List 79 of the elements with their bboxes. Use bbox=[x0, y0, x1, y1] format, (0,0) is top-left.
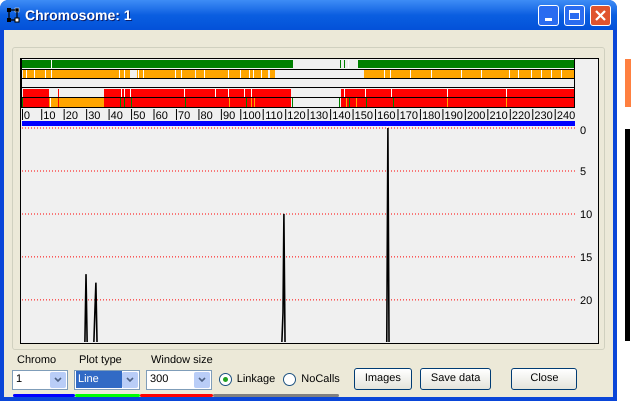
ruler-label: 10 bbox=[43, 110, 56, 122]
ruler-tick bbox=[464, 109, 466, 120]
action-button[interactable]: Save data bbox=[420, 368, 492, 390]
ruler-tick bbox=[262, 109, 264, 120]
ruler-label: 230 bbox=[534, 110, 553, 122]
ruler-tick bbox=[554, 109, 556, 120]
close-button[interactable] bbox=[590, 4, 611, 26]
dropdown-value: Line bbox=[76, 371, 122, 388]
maximize-icon bbox=[569, 10, 580, 20]
ruler-tick bbox=[397, 109, 398, 120]
ruler-label: 210 bbox=[489, 110, 508, 122]
ruler-tick bbox=[532, 109, 534, 120]
ruler-label: 20 bbox=[66, 110, 78, 122]
ruler-tick bbox=[285, 109, 286, 120]
ruler-tick bbox=[487, 109, 488, 120]
ruler-tick bbox=[510, 109, 511, 120]
field-label: Plot type bbox=[78, 353, 123, 368]
ruler-label: 0 bbox=[24, 110, 30, 122]
ruler-label: 240 bbox=[556, 110, 576, 122]
dropdown[interactable]: 1 bbox=[12, 370, 68, 390]
ruler-label: 30 bbox=[88, 110, 100, 122]
network-icon bbox=[6, 7, 20, 23]
ruler-label: 80 bbox=[200, 110, 213, 122]
ruler-tick bbox=[442, 109, 444, 120]
close-icon bbox=[595, 10, 606, 20]
minimize-button[interactable] bbox=[538, 4, 559, 26]
ruler-label: 170 bbox=[400, 110, 418, 122]
ruler-label: 90 bbox=[222, 110, 236, 122]
ruler-label: 180 bbox=[422, 110, 440, 122]
dropdown[interactable]: Line bbox=[74, 370, 140, 390]
dropdown-value: 300 bbox=[149, 372, 170, 388]
chevron-down-icon bbox=[194, 372, 210, 388]
y-tick-label: 5 bbox=[580, 166, 586, 178]
ruler-label: 160 bbox=[377, 110, 396, 122]
maximize-button[interactable] bbox=[564, 4, 585, 26]
minimize-icon bbox=[545, 18, 552, 20]
y-tick-label: 10 bbox=[580, 208, 592, 221]
y-tick-label: 20 bbox=[580, 294, 592, 307]
ruler-tick bbox=[420, 109, 421, 120]
ruler-label: 220 bbox=[512, 110, 530, 122]
ruler-tick bbox=[330, 109, 332, 120]
side-marker bbox=[624, 59, 630, 107]
ruler-tick bbox=[86, 109, 88, 120]
ruler-tick bbox=[41, 109, 42, 120]
ruler-label: 190 bbox=[444, 110, 463, 122]
radio-option[interactable]: Linkage bbox=[218, 370, 276, 390]
radio-option[interactable]: NoCalls bbox=[283, 370, 340, 390]
ruler-tick bbox=[308, 109, 309, 120]
ruler-tick bbox=[176, 109, 177, 120]
y-tick-label: 15 bbox=[580, 252, 592, 264]
chevron-down-icon bbox=[50, 372, 66, 388]
ruler-tick bbox=[198, 109, 200, 120]
ruler-tick bbox=[131, 109, 132, 120]
ruler-label: 130 bbox=[310, 110, 328, 122]
ruler-label: 60 bbox=[156, 110, 168, 122]
ruler-label: 140 bbox=[332, 110, 351, 122]
dropdown[interactable]: 300 bbox=[146, 370, 212, 390]
ruler-label: 70 bbox=[178, 110, 190, 122]
ruler-label: 40 bbox=[110, 110, 123, 122]
ruler-tick bbox=[64, 109, 65, 120]
field-label: Window size bbox=[150, 353, 213, 368]
ruler-tick bbox=[108, 109, 110, 120]
ruler-label: 110 bbox=[265, 110, 283, 122]
ruler-label: 150 bbox=[354, 110, 374, 122]
window-title: Chromosome: 1 bbox=[25, 6, 133, 24]
field-label: Chromo bbox=[16, 353, 58, 368]
y-tick-label: 0 bbox=[580, 125, 586, 137]
ruler-label: 100 bbox=[242, 110, 261, 122]
ruler-label: 50 bbox=[133, 110, 146, 122]
ruler-label: 200 bbox=[467, 110, 486, 122]
ruler-label: 120 bbox=[287, 110, 306, 122]
ruler-tick bbox=[240, 109, 242, 120]
ruler-tick bbox=[220, 109, 222, 120]
chevron-down-icon bbox=[122, 372, 138, 388]
dropdown-value: 1 bbox=[15, 372, 24, 388]
ruler-tick bbox=[375, 109, 376, 120]
action-button[interactable]: Images bbox=[354, 368, 412, 390]
action-button[interactable]: Close bbox=[511, 368, 578, 390]
ruler-tick bbox=[352, 109, 354, 120]
